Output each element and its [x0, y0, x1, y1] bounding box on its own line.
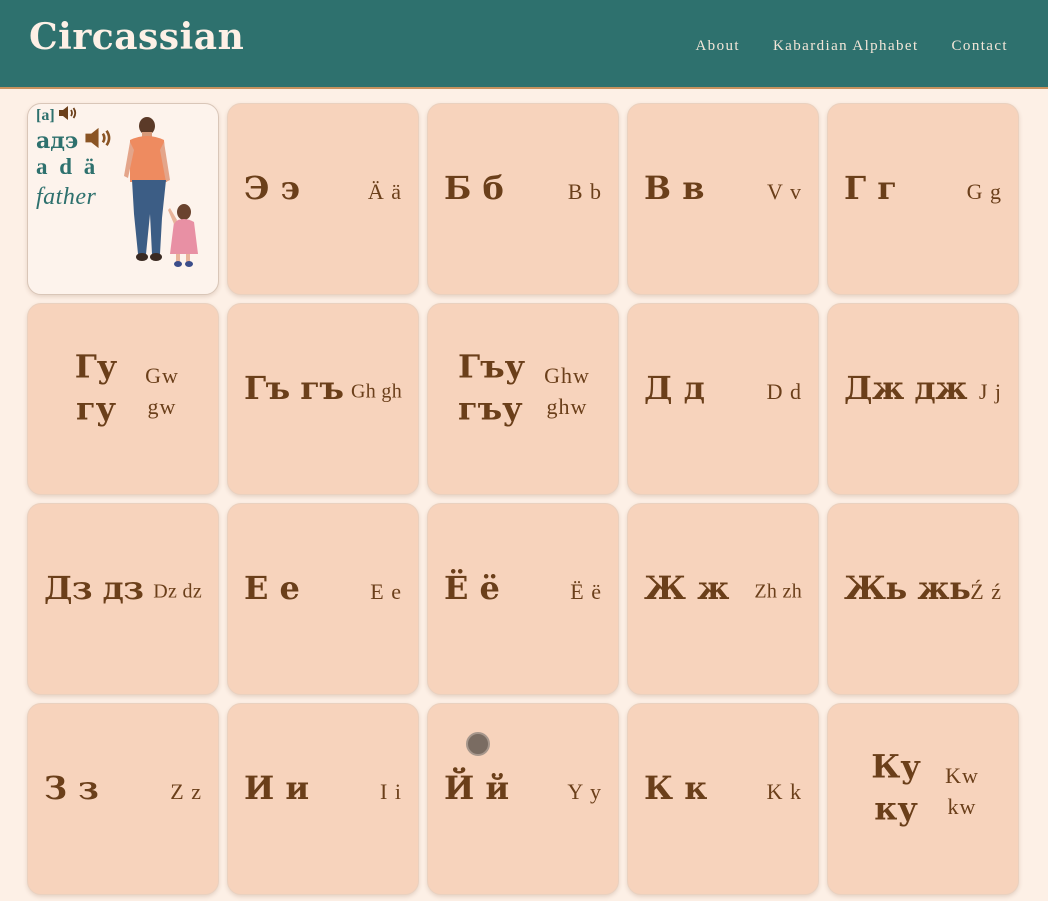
- latin-letter: G g: [966, 179, 1002, 204]
- latin-letter: Y y: [567, 779, 602, 804]
- letter-card[interactable]: Дз дз Dz dz: [27, 503, 219, 695]
- cyrillic-letter: И и: [244, 768, 310, 807]
- phonetic-label: [a]: [36, 106, 55, 124]
- nav-about[interactable]: About: [695, 38, 740, 55]
- letter-card[interactable]: Г г G g: [827, 103, 1019, 295]
- alphabet-grid: [a] адэ a d ä father Э э Ä ä Б б B b В в…: [27, 103, 1019, 895]
- letter-card[interactable]: Ку ку Kw kw: [827, 703, 1019, 895]
- site-title[interactable]: Circassian: [29, 16, 244, 58]
- cyrillic-letter: Ё ё: [444, 568, 500, 607]
- letter-card[interactable]: Ё ё Ë ë: [427, 503, 619, 695]
- latin-letter: K k: [766, 779, 802, 804]
- featured-word-card[interactable]: [a] адэ a d ä father: [27, 103, 219, 295]
- cyrillic-letter: Г г: [844, 168, 897, 207]
- latin-letter: Ä ä: [367, 179, 402, 204]
- latin-letter: J j: [978, 379, 1002, 404]
- cyrillic-letter: З з: [44, 768, 99, 807]
- cyrillic-letter: Ж ж: [644, 568, 730, 607]
- letter-card[interactable]: К к K k: [627, 703, 819, 895]
- cyrillic-letter: Б б: [444, 168, 504, 207]
- latin-letter: Ghw ghw: [544, 363, 590, 419]
- latin-letter: Dz dz: [153, 580, 202, 603]
- site-header: Circassian About Kabardian Alphabet Cont…: [0, 0, 1048, 89]
- speaker-icon[interactable]: [84, 124, 116, 158]
- latin-letter: D d: [766, 379, 802, 404]
- cyrillic-letter: К к: [644, 768, 708, 807]
- latin-letter: B b: [567, 179, 602, 204]
- nav-contact[interactable]: Contact: [952, 38, 1008, 55]
- letter-card[interactable]: Жь жь Ź ź: [827, 503, 1019, 695]
- latin-letter: Ź ź: [970, 579, 1002, 604]
- meaning: father: [36, 184, 97, 210]
- cyrillic-letter: Дз дз: [44, 568, 144, 607]
- letter-card[interactable]: Ж ж Zh zh: [627, 503, 819, 695]
- cyrillic-letter: Ку ку: [871, 747, 921, 827]
- cyrillic-letter: Дж дж: [844, 368, 968, 407]
- nav-kabardian-alphabet[interactable]: Kabardian Alphabet: [773, 38, 919, 55]
- letter-card[interactable]: З з Z z: [27, 703, 219, 895]
- letter-card[interactable]: Гъ гъ Gh gh: [227, 303, 419, 495]
- main-nav: About Kabardian Alphabet Contact: [695, 38, 1008, 55]
- letter-card[interactable]: Й й Y y: [427, 703, 619, 895]
- letter-card[interactable]: Гъу гъу Ghw ghw: [427, 303, 619, 495]
- letter-card[interactable]: Э э Ä ä: [227, 103, 419, 295]
- latin-letter: V v: [767, 179, 802, 204]
- latin-letter: Ë ë: [570, 579, 602, 604]
- letter-card[interactable]: И и I i: [227, 703, 419, 895]
- father-daughter-illustration-icon: [124, 117, 198, 267]
- latin-letter: I i: [380, 779, 402, 804]
- cyrillic-letter: Е е: [244, 568, 300, 607]
- letter-card[interactable]: Д д D d: [627, 303, 819, 495]
- latin-letter: Z z: [170, 779, 202, 804]
- latin-letter: E e: [370, 579, 402, 604]
- letter-card[interactable]: В в V v: [627, 103, 819, 295]
- word-text: адэ: [36, 128, 79, 154]
- transliteration: a d ä: [36, 154, 99, 179]
- cyrillic-letter: Гъ гъ: [244, 368, 344, 407]
- cyrillic-letter: Жь жь: [844, 568, 971, 607]
- letter-card[interactable]: Дж дж J j: [827, 303, 1019, 495]
- latin-letter: Gw gw: [145, 363, 179, 419]
- latin-letter: Kw kw: [945, 763, 979, 819]
- word-row: адэ: [36, 124, 116, 158]
- latin-letter: Zh zh: [754, 580, 802, 603]
- letter-card[interactable]: Б б B b: [427, 103, 619, 295]
- letter-card[interactable]: Е е E e: [227, 503, 419, 695]
- mouse-cursor-icon: [466, 732, 490, 756]
- letter-card[interactable]: Гу гу Gw gw: [27, 303, 219, 495]
- latin-letter: Gh gh: [351, 380, 402, 403]
- cyrillic-letter: Гъу гъу: [458, 347, 526, 427]
- cyrillic-letter: Э э: [244, 168, 301, 207]
- cyrillic-letter: Д д: [644, 368, 705, 407]
- cyrillic-letter: Й й: [444, 768, 510, 807]
- cyrillic-letter: Гу гу: [74, 347, 118, 427]
- cyrillic-letter: В в: [644, 168, 705, 207]
